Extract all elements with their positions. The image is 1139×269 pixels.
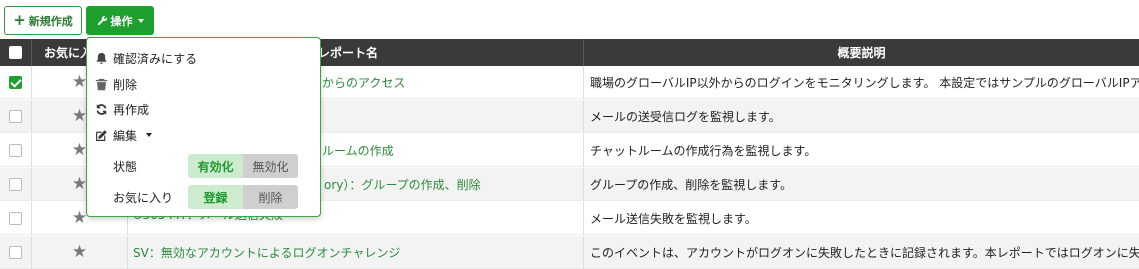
select-all-checkbox[interactable] <box>9 46 22 59</box>
edit-icon <box>96 129 107 141</box>
star-icon[interactable]: ★ <box>72 176 87 193</box>
report-description: 職場のグローバルIP以外からのログインをモニタリングします。 本設定ではサンプル… <box>590 76 1139 90</box>
row-checkbox-cell <box>0 202 32 235</box>
table-row[interactable]: ★ SV：無効なアカウントによるログオンチャレンジ このイベントは、アカウントが… <box>0 236 1139 269</box>
menu-item-edit-label: 編集 <box>113 128 138 143</box>
operations-button-label: 操作 <box>110 14 133 28</box>
refresh-icon <box>96 103 107 115</box>
menu-item-edit[interactable]: 編集 <box>95 124 153 146</box>
row-checkbox[interactable] <box>9 76 22 89</box>
status-toggle: 有効化 無効化 <box>188 154 298 178</box>
status-enable-button[interactable]: 有効化 <box>188 154 243 178</box>
report-link[interactable]: ory）：グループの作成、削除 <box>324 176 481 193</box>
wrench-icon <box>97 15 107 26</box>
report-description: メール送信失敗を監視します。 <box>590 212 757 226</box>
star-icon[interactable]: ★ <box>72 244 87 261</box>
row-favorite-cell: ★ <box>32 236 128 269</box>
row-checkbox-cell <box>0 134 32 167</box>
star-icon[interactable]: ★ <box>72 142 87 159</box>
report-link[interactable]: ルームの作成 <box>322 142 394 159</box>
row-checkbox[interactable] <box>9 212 22 225</box>
new-button[interactable]: + 新規作成 <box>4 6 82 35</box>
menu-item-delete-label: 削除 <box>113 77 138 92</box>
row-checkbox[interactable] <box>9 110 22 123</box>
star-icon[interactable]: ★ <box>72 210 87 227</box>
status-disable-button[interactable]: 無効化 <box>243 154 298 178</box>
row-checkbox[interactable] <box>9 144 22 157</box>
report-link[interactable]: SV：無効なアカウントによるログオンチャレンジ <box>133 244 400 261</box>
star-icon[interactable]: ★ <box>72 74 87 91</box>
header-checkbox-cell <box>0 39 32 66</box>
menu-item-recreate[interactable]: 再作成 <box>95 98 149 120</box>
menu-item-recreate-label: 再作成 <box>113 102 150 117</box>
new-button-label: 新規作成 <box>28 14 73 28</box>
report-link[interactable]: からのアクセス <box>322 74 405 91</box>
chevron-down-icon <box>137 18 144 23</box>
row-checkbox-cell <box>0 168 32 201</box>
star-icon[interactable]: ★ <box>72 108 87 125</box>
menu-item-confirm[interactable]: 確認済みにする <box>95 47 197 69</box>
bell-icon <box>96 52 107 64</box>
report-description: このイベントは、アカウントがログオンに失敗したときに記録されます。本レポートでは… <box>590 246 1139 260</box>
row-checkbox[interactable] <box>9 178 22 191</box>
operations-menu: 確認済みにする 削除 再作成 編集 状態 有効化 無効化 お気に入り 登録 削除 <box>86 37 321 217</box>
plus-icon: + <box>13 11 26 29</box>
favorite-remove-button[interactable]: 削除 <box>243 185 298 209</box>
menu-item-confirm-label: 確認済みにする <box>113 51 198 66</box>
chevron-down-icon <box>146 133 153 137</box>
row-name-cell: SV：無効なアカウントによるログオンチャレンジ <box>128 236 584 269</box>
status-label: 状態 <box>113 159 138 174</box>
row-checkbox-cell <box>0 100 32 133</box>
row-checkbox-cell <box>0 236 32 269</box>
report-description: グループの作成、削除を監視します。 <box>590 178 793 192</box>
row-checkbox[interactable] <box>9 246 22 259</box>
report-description: チャットルームの作成行為を監視します。 <box>590 144 817 158</box>
header-description[interactable]: 概要説明 <box>584 39 1139 66</box>
favorite-register-button[interactable]: 登録 <box>188 185 243 209</box>
favorite-toggle: 登録 削除 <box>188 185 298 209</box>
trash-icon <box>95 78 108 90</box>
menu-item-delete[interactable]: 削除 <box>95 73 137 95</box>
report-description: メールの送受信ログを監視します。 <box>590 110 781 124</box>
favorite-label: お気に入り <box>113 190 174 205</box>
operations-button[interactable]: 操作 <box>86 6 154 35</box>
row-checkbox-cell <box>0 66 32 99</box>
